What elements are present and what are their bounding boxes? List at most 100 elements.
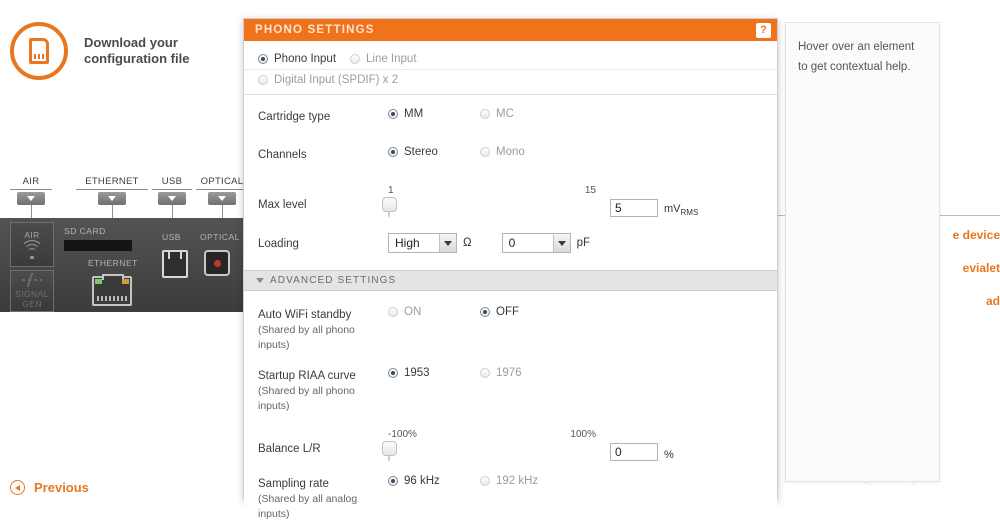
radio-riaa-1953-label: 1953 — [404, 367, 430, 379]
label-sampling-rate-sub: (Shared by all analog inputs) — [258, 493, 358, 520]
device-underline-ethernet — [76, 189, 148, 190]
app-root: Download your configuration file e devic… — [0, 0, 1000, 529]
previous-button[interactable]: Previous — [10, 480, 89, 495]
select-loading-capacitance[interactable]: 0 — [501, 233, 571, 253]
radio-riaa-1976-label: 1976 — [496, 367, 522, 379]
row-balance: Balance L/R -100% 100% 0 % — [244, 421, 777, 468]
dialog-titlebar: PHONO SETTINGS ? — [244, 19, 777, 41]
device-top-label-ethernet: ETHERNET — [85, 176, 139, 187]
label-cartridge-type: Cartridge type — [258, 111, 331, 123]
radio-cartridge-mc-label: MC — [496, 108, 514, 120]
radio-phono-input[interactable]: Phono Input — [258, 53, 350, 65]
select-loading-capacitance-value: 0 — [508, 236, 516, 250]
select-loading-resistance-value: High — [395, 236, 420, 250]
balance-min-tick: -100% — [388, 429, 417, 440]
radio-cartridge-mm[interactable]: MM — [388, 108, 480, 120]
radio-digital-input-indicator — [258, 75, 268, 85]
radio-digital-input-label: Digital Input (SPDIF) x 2 — [274, 74, 398, 86]
download-title-line2: configuration file — [84, 51, 190, 66]
radio-cartridge-mc[interactable]: MC — [480, 108, 514, 120]
unit-balance: % — [664, 449, 674, 461]
radio-phono-input-label: Phono Input — [274, 53, 337, 65]
radio-riaa-1976[interactable]: 1976 — [480, 367, 522, 379]
dialog-title: PHONO SETTINGS — [255, 24, 375, 36]
radio-line-input-indicator — [350, 54, 360, 64]
radio-digital-input[interactable]: Digital Input (SPDIF) x 2 — [258, 74, 398, 86]
device-tile-air-label: AIR — [24, 229, 40, 240]
toslink-icon[interactable] — [204, 250, 230, 276]
arrow-left-circle-icon — [10, 480, 25, 495]
port-label-usb: USB — [162, 232, 181, 242]
slider-max-level[interactable]: 1 15 — [382, 184, 596, 217]
label-channels: Channels — [258, 149, 307, 161]
chevron-down-icon[interactable] — [439, 234, 456, 252]
device-underline-usb — [152, 189, 192, 190]
device-tile-signal-gen[interactable]: SIGNAL GEN — [10, 270, 54, 312]
input-balance[interactable]: 0 — [610, 443, 658, 461]
radio-cartridge-mm-indicator — [388, 109, 398, 119]
radio-channels-stereo-indicator — [388, 147, 398, 157]
port-label-optical: OPTICAL — [200, 232, 240, 242]
device-dropdown-usb[interactable] — [158, 192, 186, 205]
slider-balance[interactable]: -100% 100% — [382, 428, 596, 461]
row-loading: Loading High Ω 0 pF — [244, 224, 777, 262]
unit-loading-resistance: Ω — [463, 237, 472, 249]
radio-sampling-192[interactable]: 192 kHz — [480, 475, 538, 487]
label-balance: Balance L/R — [258, 443, 321, 455]
row-cartridge-type: Cartridge type MM MC — [244, 101, 777, 139]
row-auto-wifi-standby: Auto WiFi standby (Shared by all phono i… — [244, 299, 777, 360]
radio-channels-mono[interactable]: Mono — [480, 146, 525, 158]
device-underline-optical — [196, 189, 248, 190]
input-max-level[interactable]: 5 — [610, 199, 658, 217]
device-tile-signal-gen-label: SIGNAL GEN — [15, 289, 49, 309]
slider-balance-knob[interactable] — [382, 441, 397, 456]
radio-line-input[interactable]: Line Input — [350, 53, 417, 65]
radio-cartridge-mm-label: MM — [404, 108, 424, 120]
select-loading-resistance[interactable]: High — [388, 233, 457, 253]
radio-sampling-96[interactable]: 96 kHz — [388, 475, 480, 487]
slider-max-level-knob[interactable] — [382, 197, 397, 212]
unit-loading-capacitance: pF — [576, 237, 591, 249]
previous-label: Previous — [34, 480, 89, 495]
slider-balance-track[interactable] — [382, 441, 397, 461]
row-max-level: Max level 1 15 5 mVRMS — [244, 177, 777, 224]
radio-sampling-96-label: 96 kHz — [404, 475, 440, 487]
device-top-label-optical: OPTICAL — [200, 176, 244, 187]
help-icon[interactable]: ? — [756, 22, 771, 38]
radio-sampling-192-label: 192 kHz — [496, 475, 539, 487]
chevron-down-icon[interactable] — [552, 234, 570, 252]
download-config-block: Download your configuration file — [10, 22, 189, 80]
radio-channels-mono-label: Mono — [496, 146, 525, 158]
radio-auto-wifi-on-indicator — [388, 307, 398, 317]
contextual-help-panel: Hover over an element to get contextual … — [785, 22, 940, 482]
radio-auto-wifi-on[interactable]: ON — [388, 306, 480, 318]
radio-riaa-1976-indicator — [480, 368, 490, 378]
label-startup-riaa-curve-sub: (Shared by all phono inputs) — [258, 385, 355, 412]
device-tile-air[interactable]: AIR — [10, 222, 54, 267]
sd-slot-icon[interactable] — [64, 240, 132, 251]
triangle-down-icon — [256, 278, 264, 283]
slider-max-level-track[interactable] — [382, 197, 397, 217]
radio-riaa-1953-indicator — [388, 368, 398, 378]
advanced-settings-header[interactable]: ADVANCED SETTINGS — [244, 270, 777, 291]
label-auto-wifi-standby-sub: (Shared by all phono inputs) — [258, 324, 355, 351]
rj45-icon[interactable] — [92, 274, 132, 306]
label-auto-wifi-standby-main: Auto WiFi standby — [258, 309, 352, 321]
device-dropdown-air[interactable] — [17, 192, 45, 205]
usb-b-icon[interactable] — [162, 250, 188, 278]
device-body: AIR SIGNAL GEN SD CARD ETHERNET USB OPTI… — [0, 218, 252, 312]
device-dropdown-ethernet[interactable] — [98, 192, 126, 205]
radio-auto-wifi-off[interactable]: OFF — [480, 306, 519, 318]
input-selection-row-1: Phono Input Line Input — [244, 49, 777, 69]
device-dropdown-optical[interactable] — [208, 192, 236, 205]
radio-auto-wifi-on-label: ON — [404, 306, 422, 318]
sd-card-icon — [10, 22, 68, 80]
radio-sampling-192-indicator — [480, 476, 490, 486]
balance-max-tick: 100% — [570, 429, 596, 440]
radio-channels-mono-indicator — [480, 147, 490, 157]
radio-riaa-1953[interactable]: 1953 — [388, 367, 480, 379]
device-stem-air — [31, 205, 32, 219]
advanced-settings-section: Auto WiFi standby (Shared by all phono i… — [244, 291, 777, 529]
contextual-help-text: Hover over an element to get contextual … — [798, 41, 915, 73]
radio-channels-stereo[interactable]: Stereo — [388, 146, 480, 158]
